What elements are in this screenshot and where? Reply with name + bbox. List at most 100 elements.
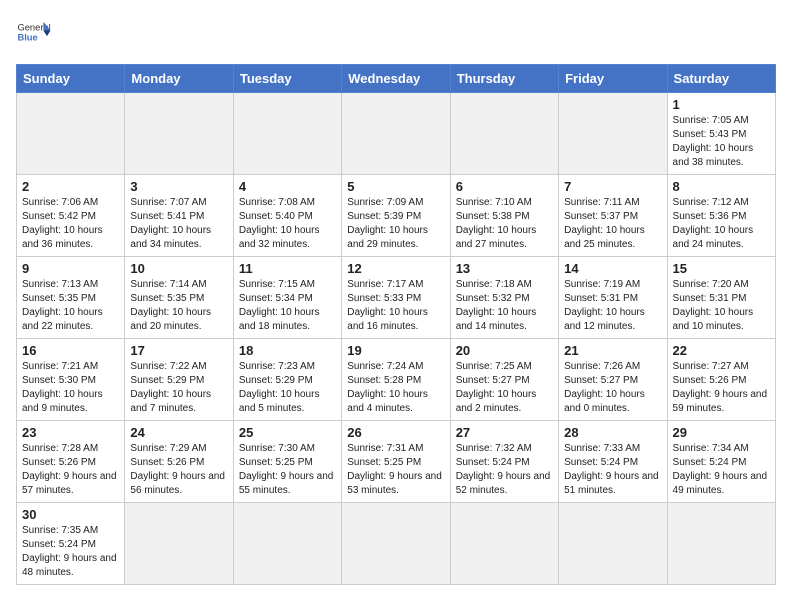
day-number: 23 [22,425,119,440]
calendar-week-row: 9Sunrise: 7:13 AM Sunset: 5:35 PM Daylig… [17,257,776,339]
calendar-day-cell: 29 Sunrise: 7:34 AM Sunset: 5:24 PM Dayli… [667,421,775,503]
calendar-day-cell [233,503,341,585]
day-info: Sunrise: 7:34 AM Sunset: 5:24 PM Dayligh… [673,442,770,498]
calendar-day-cell [342,93,450,175]
day-number: 15 [673,261,770,276]
day-number: 22 [673,343,770,358]
calendar-week-row: 30Sunrise: 7:35 AM Sunset: 5:24 PM Dayli… [17,503,776,585]
day-number: 21 [564,343,661,358]
calendar-day-cell: 22 Sunrise: 7:27 AM Sunset: 5:26 PM Dayli… [667,339,775,421]
weekday-header-row: SundayMondayTuesdayWednesdayThursdayFrid… [17,65,776,93]
calendar-week-row: 16 Sunrise: 7:21 AM Sunset: 5:30 PM Dayli… [17,339,776,421]
day-number: 8 [673,179,770,194]
day-info: Sunrise: 7:08 AM Sunset: 5:40 PM Dayligh… [239,196,336,252]
calendar-day-cell: 21 Sunrise: 7:26 AM Sunset: 5:27 PM Dayli… [559,339,667,421]
day-info: Sunrise: 7:20 AM Sunset: 5:31 PM Dayligh… [673,278,770,334]
calendar-day-cell: 13 Sunrise: 7:18 AM Sunset: 5:32 PM Dayli… [450,257,558,339]
calendar-week-row: 2 Sunrise: 7:06 AM Sunset: 5:42 PM Daylig… [17,175,776,257]
calendar-day-cell [667,503,775,585]
calendar-day-cell: 23 Sunrise: 7:28 AM Sunset: 5:26 PM Dayli… [17,421,125,503]
day-number: 3 [130,179,227,194]
day-number: 25 [239,425,336,440]
day-info: Sunrise: 7:28 AM Sunset: 5:26 PM Dayligh… [22,442,119,498]
calendar-day-cell: 7Sunrise: 7:11 AM Sunset: 5:37 PM Daylig… [559,175,667,257]
day-number: 9 [22,261,119,276]
weekday-header-saturday: Saturday [667,65,775,93]
calendar-table: SundayMondayTuesdayWednesdayThursdayFrid… [16,64,776,585]
calendar-day-cell: 20Sunrise: 7:25 AM Sunset: 5:27 PM Dayli… [450,339,558,421]
day-info: Sunrise: 7:27 AM Sunset: 5:26 PM Dayligh… [673,360,770,416]
day-number: 13 [456,261,553,276]
calendar-day-cell [450,503,558,585]
page-header: General Blue [16,16,776,52]
calendar-day-cell [559,93,667,175]
day-info: Sunrise: 7:12 AM Sunset: 5:36 PM Dayligh… [673,196,770,252]
weekday-header-sunday: Sunday [17,65,125,93]
calendar-day-cell: 30Sunrise: 7:35 AM Sunset: 5:24 PM Dayli… [17,503,125,585]
day-info: Sunrise: 7:21 AM Sunset: 5:30 PM Dayligh… [22,360,119,416]
day-info: Sunrise: 7:10 AM Sunset: 5:38 PM Dayligh… [456,196,553,252]
day-number: 2 [22,179,119,194]
calendar-day-cell [559,503,667,585]
weekday-header-tuesday: Tuesday [233,65,341,93]
day-info: Sunrise: 7:15 AM Sunset: 5:34 PM Dayligh… [239,278,336,334]
day-number: 17 [130,343,227,358]
day-number: 7 [564,179,661,194]
day-info: Sunrise: 7:32 AM Sunset: 5:24 PM Dayligh… [456,442,553,498]
day-number: 18 [239,343,336,358]
day-number: 29 [673,425,770,440]
calendar-day-cell [125,503,233,585]
calendar-day-cell: 19Sunrise: 7:24 AM Sunset: 5:28 PM Dayli… [342,339,450,421]
day-number: 14 [564,261,661,276]
day-number: 24 [130,425,227,440]
day-info: Sunrise: 7:33 AM Sunset: 5:24 PM Dayligh… [564,442,661,498]
calendar-day-cell: 8 Sunrise: 7:12 AM Sunset: 5:36 PM Daylig… [667,175,775,257]
calendar-week-row: 1Sunrise: 7:05 AM Sunset: 5:43 PM Daylig… [17,93,776,175]
day-info: Sunrise: 7:14 AM Sunset: 5:35 PM Dayligh… [130,278,227,334]
calendar-day-cell: 4 Sunrise: 7:08 AM Sunset: 5:40 PM Daylig… [233,175,341,257]
day-info: Sunrise: 7:24 AM Sunset: 5:28 PM Dayligh… [347,360,444,416]
calendar-day-cell [17,93,125,175]
day-info: Sunrise: 7:30 AM Sunset: 5:25 PM Dayligh… [239,442,336,498]
day-info: Sunrise: 7:06 AM Sunset: 5:42 PM Dayligh… [22,196,119,252]
calendar-day-cell: 10 Sunrise: 7:14 AM Sunset: 5:35 PM Dayli… [125,257,233,339]
calendar-day-cell: 18 Sunrise: 7:23 AM Sunset: 5:29 PM Dayli… [233,339,341,421]
day-number: 26 [347,425,444,440]
day-number: 4 [239,179,336,194]
day-number: 16 [22,343,119,358]
logo-icon: General Blue [16,16,52,52]
logo: General Blue [16,16,52,52]
svg-text:Blue: Blue [17,32,37,42]
day-info: Sunrise: 7:29 AM Sunset: 5:26 PM Dayligh… [130,442,227,498]
calendar-day-cell: 17 Sunrise: 7:22 AM Sunset: 5:29 PM Dayli… [125,339,233,421]
calendar-day-cell: 28 Sunrise: 7:33 AM Sunset: 5:24 PM Dayli… [559,421,667,503]
calendar-day-cell [125,93,233,175]
calendar-day-cell: 14 Sunrise: 7:19 AM Sunset: 5:31 PM Dayli… [559,257,667,339]
calendar-day-cell: 6Sunrise: 7:10 AM Sunset: 5:38 PM Daylig… [450,175,558,257]
day-info: Sunrise: 7:23 AM Sunset: 5:29 PM Dayligh… [239,360,336,416]
day-info: Sunrise: 7:26 AM Sunset: 5:27 PM Dayligh… [564,360,661,416]
day-info: Sunrise: 7:17 AM Sunset: 5:33 PM Dayligh… [347,278,444,334]
calendar-day-cell: 3 Sunrise: 7:07 AM Sunset: 5:41 PM Daylig… [125,175,233,257]
calendar-day-cell: 1Sunrise: 7:05 AM Sunset: 5:43 PM Daylig… [667,93,775,175]
day-number: 5 [347,179,444,194]
day-number: 28 [564,425,661,440]
day-info: Sunrise: 7:31 AM Sunset: 5:25 PM Dayligh… [347,442,444,498]
day-info: Sunrise: 7:25 AM Sunset: 5:27 PM Dayligh… [456,360,553,416]
weekday-header-thursday: Thursday [450,65,558,93]
day-info: Sunrise: 7:18 AM Sunset: 5:32 PM Dayligh… [456,278,553,334]
day-number: 1 [673,97,770,112]
weekday-header-friday: Friday [559,65,667,93]
weekday-header-wednesday: Wednesday [342,65,450,93]
calendar-day-cell: 12Sunrise: 7:17 AM Sunset: 5:33 PM Dayli… [342,257,450,339]
calendar-day-cell: 9Sunrise: 7:13 AM Sunset: 5:35 PM Daylig… [17,257,125,339]
day-info: Sunrise: 7:19 AM Sunset: 5:31 PM Dayligh… [564,278,661,334]
day-info: Sunrise: 7:22 AM Sunset: 5:29 PM Dayligh… [130,360,227,416]
calendar-day-cell: 15 Sunrise: 7:20 AM Sunset: 5:31 PM Dayli… [667,257,775,339]
calendar-day-cell [342,503,450,585]
day-info: Sunrise: 7:07 AM Sunset: 5:41 PM Dayligh… [130,196,227,252]
calendar-day-cell: 11Sunrise: 7:15 AM Sunset: 5:34 PM Dayli… [233,257,341,339]
day-number: 10 [130,261,227,276]
calendar-day-cell: 2 Sunrise: 7:06 AM Sunset: 5:42 PM Daylig… [17,175,125,257]
day-info: Sunrise: 7:35 AM Sunset: 5:24 PM Dayligh… [22,524,119,580]
